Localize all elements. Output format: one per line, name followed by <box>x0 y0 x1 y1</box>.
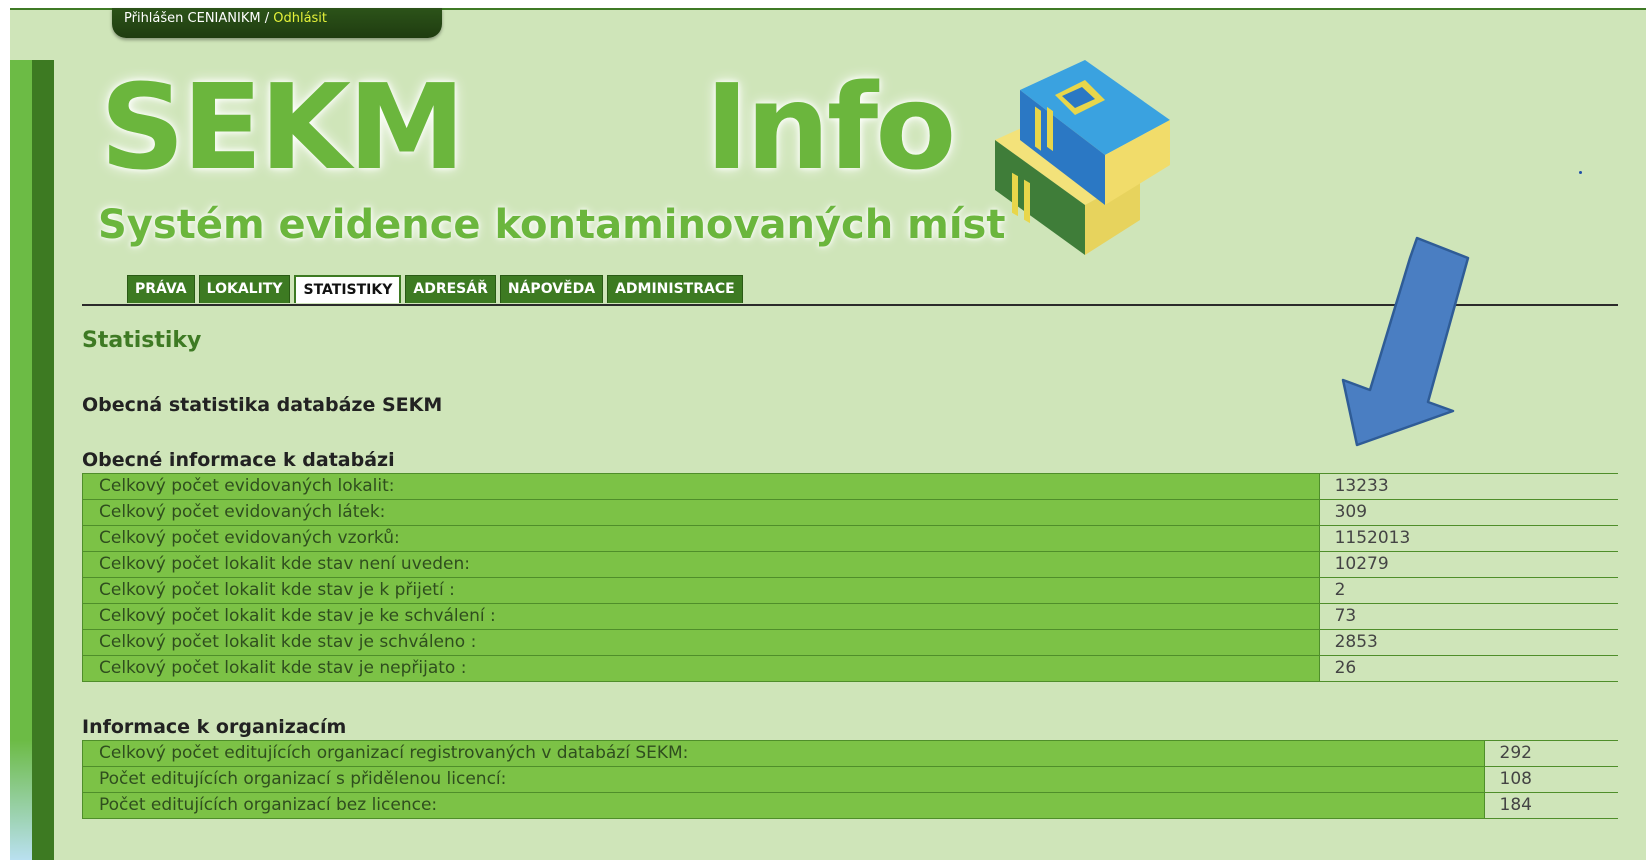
group-title-database: Obecné informace k databázi <box>82 449 395 471</box>
stat-value: 292 <box>1483 740 1618 767</box>
stat-value: 10279 <box>1318 551 1618 578</box>
table-row: Počet editujících organizací s přiděleno… <box>82 766 1618 793</box>
table-row: Celkový počet lokalit kde stav je schvál… <box>82 629 1618 656</box>
section-title: Obecná statistika databáze SEKM <box>82 394 443 416</box>
logged-in-text: Přihlášen CENIANIKM / <box>124 11 270 26</box>
stat-label: Celkový počet evidovaných lokalit: <box>82 473 1320 500</box>
table-row: Celkový počet lokalit kde stav je ke sch… <box>82 603 1618 630</box>
table-row: Celkový počet evidovaných lokalit: 13233 <box>82 473 1618 500</box>
stat-label: Celkový počet lokalit kde stav je nepřij… <box>82 655 1320 682</box>
logo-brand-suffix: Info <box>705 58 956 196</box>
table-row: Počet editujících organizací bez licence… <box>82 792 1618 819</box>
stat-value: 184 <box>1483 792 1618 819</box>
table-row: Celkový počet editujících organizací reg… <box>82 740 1618 767</box>
stat-value: 309 <box>1318 499 1618 526</box>
organization-stats-table: Celkový počet editujících organizací reg… <box>82 740 1618 819</box>
table-row: Celkový počet lokalit kde stav je k přij… <box>82 577 1618 604</box>
stat-label: Celkový počet lokalit kde stav je k přij… <box>82 577 1320 604</box>
stat-value: 73 <box>1318 603 1618 630</box>
logo-brand: SEKM <box>100 58 465 196</box>
left-stripe-dark <box>32 60 54 860</box>
tab-napoveda[interactable]: NÁPOVĚDA <box>499 275 604 303</box>
table-row: Celkový počet lokalit kde stav je nepřij… <box>82 655 1618 682</box>
tab-lokality[interactable]: LOKALITY <box>198 275 291 303</box>
main-nav: PRÁVA LOKALITY STATISTIKY ADRESÁŘ NÁPOVĚ… <box>127 275 743 303</box>
stat-label: Počet editujících organizací s přiděleno… <box>82 766 1485 793</box>
group-title-organizations: Informace k organizacím <box>82 716 347 738</box>
stat-label: Celkový počet lokalit kde stav je ke sch… <box>82 603 1320 630</box>
tab-statistiky[interactable]: STATISTIKY <box>294 275 402 303</box>
stat-value: 2 <box>1318 577 1618 604</box>
stat-value: 26 <box>1318 655 1618 682</box>
stat-label: Celkový počet lokalit kde stav je schvál… <box>82 629 1320 656</box>
stat-label: Celkový počet evidovaných vzorků: <box>82 525 1320 552</box>
books-icon <box>990 60 1180 264</box>
login-status-bar: Přihlášen CENIANIKM / Odhlásit <box>112 8 442 38</box>
logout-link[interactable]: Odhlásit <box>273 11 327 26</box>
down-left-arrow-icon <box>1335 235 1475 454</box>
left-stripe-fade <box>10 740 32 860</box>
stat-value: 2853 <box>1318 629 1618 656</box>
stat-label: Počet editujících organizací bez licence… <box>82 792 1485 819</box>
blue-dot <box>1579 171 1582 174</box>
stat-value: 13233 <box>1318 473 1618 500</box>
stat-value: 1152013 <box>1318 525 1618 552</box>
logo-subtitle: Systém evidence kontaminovaných míst <box>98 202 1006 248</box>
table-row: Celkový počet evidovaných vzorků: 115201… <box>82 525 1618 552</box>
tab-prava[interactable]: PRÁVA <box>127 275 195 303</box>
page-title: Statistiky <box>82 328 202 353</box>
stat-label: Celkový počet lokalit kde stav není uved… <box>82 551 1320 578</box>
table-row: Celkový počet lokalit kde stav není uved… <box>82 551 1618 578</box>
stat-label: Celkový počet evidovaných látek: <box>82 499 1320 526</box>
tab-administrace[interactable]: ADMINISTRACE <box>607 275 743 303</box>
stat-value: 108 <box>1483 766 1618 793</box>
table-row: Celkový počet evidovaných látek: 309 <box>82 499 1618 526</box>
database-stats-table: Celkový počet evidovaných lokalit: 13233… <box>82 473 1618 682</box>
tab-adresar[interactable]: ADRESÁŘ <box>405 275 496 303</box>
stat-label: Celkový počet editujících organizací reg… <box>82 740 1485 767</box>
